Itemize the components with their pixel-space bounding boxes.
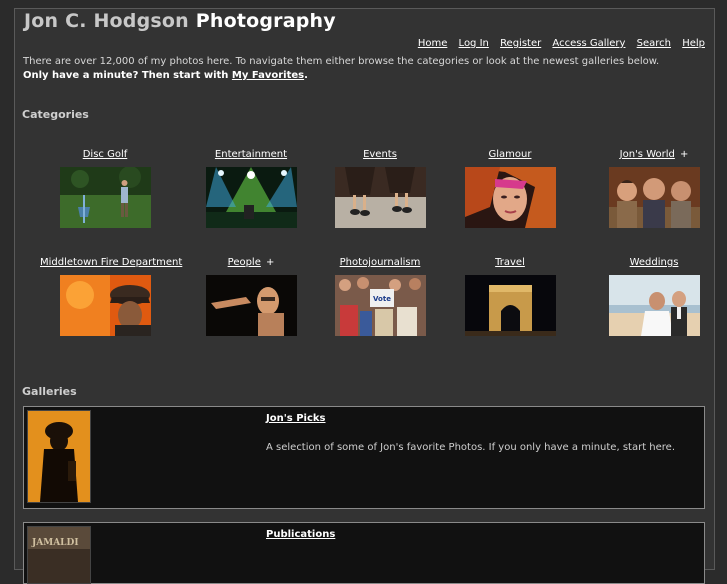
intro-favorites-prefix: Only have a minute? Then start with: [23, 70, 232, 81]
entertainment-thumbnail[interactable]: [205, 167, 297, 228]
jons-picks-thumbnail[interactable]: [27, 410, 91, 503]
events-thumbnail[interactable]: [334, 167, 426, 228]
category-disc-golf: Disc Golf: [40, 142, 170, 228]
gallery-publications[interactable]: JAMALDI Publications: [23, 522, 705, 584]
gallery-title[interactable]: Jon's Picks: [266, 413, 326, 424]
publications-thumbnail[interactable]: JAMALDI: [27, 526, 91, 584]
category-label[interactable]: Glamour: [489, 149, 532, 160]
gallery-description: A selection of some of Jon's favorite Ph…: [266, 442, 676, 453]
weddings-thumbnail[interactable]: [608, 275, 700, 336]
category-glamour: Glamour: [445, 142, 575, 228]
nav-login[interactable]: Log In: [459, 38, 489, 49]
site-title-photography: Photography: [195, 10, 336, 32]
page-frame: Jon C. Hodgson Photography Home Log In R…: [14, 8, 715, 584]
category-jons-world: Jon's World +: [589, 142, 719, 228]
top-nav: Home Log In Register Access Gallery Sear…: [410, 38, 705, 49]
svg-text:JAMALDI: JAMALDI: [31, 538, 79, 548]
category-events: Events: [315, 142, 445, 228]
category-label[interactable]: Middletown Fire Department: [40, 257, 182, 268]
category-plus: +: [679, 149, 689, 160]
nav-access-gallery[interactable]: Access Gallery: [552, 38, 625, 49]
category-photojournalism: Photojournalism Vote: [315, 250, 445, 336]
nav-register[interactable]: Register: [500, 38, 541, 49]
disc-golf-thumbnail[interactable]: [59, 167, 151, 228]
nav-help[interactable]: Help: [682, 38, 705, 49]
svg-text:Vote: Vote: [373, 295, 391, 303]
photojournalism-thumbnail[interactable]: Vote: [334, 275, 426, 336]
my-favorites-link[interactable]: My Favorites: [232, 70, 304, 81]
gallery-jons-picks[interactable]: Jon's Picks A selection of some of Jon's…: [23, 406, 705, 509]
category-label[interactable]: Travel: [495, 257, 525, 268]
category-middletown-fire: Middletown Fire Department: [40, 250, 182, 336]
nav-home[interactable]: Home: [418, 38, 448, 49]
people-thumbnail[interactable]: [205, 275, 297, 336]
category-travel: Travel: [445, 250, 575, 336]
intro-favorites-suffix: .: [304, 70, 308, 81]
intro-favorites: Only have a minute? Then start with My F…: [23, 70, 308, 81]
categories-heading: Categories: [22, 108, 89, 121]
intro-text: There are over 12,000 of my photos here.…: [23, 56, 660, 67]
middletown-fire-thumbnail[interactable]: [59, 275, 151, 336]
category-label[interactable]: People: [228, 257, 261, 268]
glamour-thumbnail[interactable]: [464, 167, 556, 228]
category-label[interactable]: Entertainment: [215, 149, 287, 160]
category-label[interactable]: Jon's World: [620, 149, 675, 160]
gallery-title[interactable]: Publications: [266, 529, 335, 540]
category-label[interactable]: Events: [363, 149, 397, 160]
galleries-heading: Galleries: [22, 385, 77, 398]
category-people: People +: [186, 250, 316, 336]
jons-world-thumbnail[interactable]: [608, 167, 700, 228]
site-title-name: Jon C. Hodgson: [24, 10, 189, 32]
nav-search[interactable]: Search: [637, 38, 671, 49]
category-entertainment: Entertainment: [186, 142, 316, 228]
category-label[interactable]: Weddings: [630, 257, 679, 268]
category-label[interactable]: Disc Golf: [83, 149, 128, 160]
category-label[interactable]: Photojournalism: [340, 257, 421, 268]
travel-thumbnail[interactable]: [464, 275, 556, 336]
site-title[interactable]: Jon C. Hodgson Photography: [24, 10, 336, 32]
category-plus: +: [265, 257, 275, 268]
category-weddings: Weddings: [589, 250, 719, 336]
